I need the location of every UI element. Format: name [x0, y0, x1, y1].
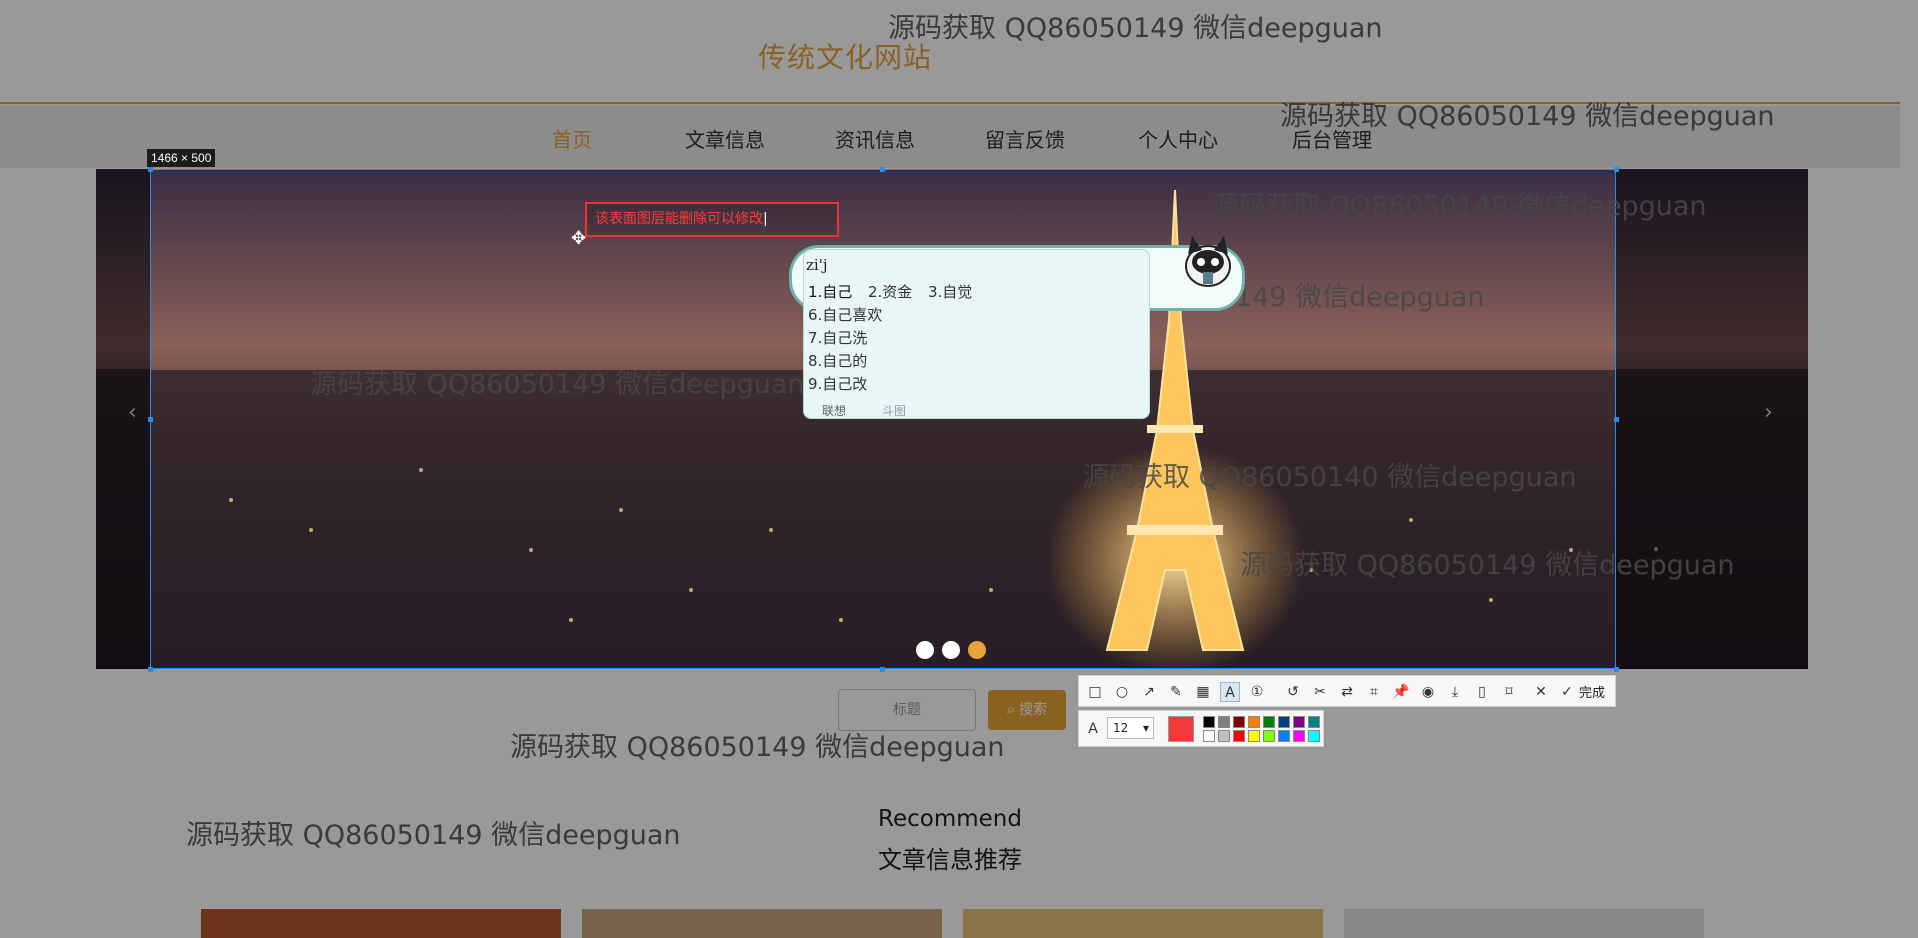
bookmark-icon[interactable]: ⌑ [1499, 682, 1519, 702]
capture-selection[interactable] [150, 169, 1616, 669]
ime-candidate[interactable]: 3.自觉 [928, 281, 972, 302]
color-swatch[interactable] [1233, 716, 1245, 728]
watermark: 源码获取 QQ86050149 微信deepguan [510, 732, 1005, 763]
undo-icon[interactable]: ↺ [1283, 682, 1303, 702]
selection-handle[interactable] [148, 167, 153, 172]
search-icon: ⌕ [1006, 702, 1020, 718]
chevron-down-icon: ▾ [1142, 721, 1149, 735]
ime-mascot-icon [1185, 236, 1231, 287]
ime-tab-sticker[interactable]: 斗图 [882, 402, 906, 419]
text-icon[interactable]: A [1220, 682, 1240, 702]
done-check-icon[interactable]: ✓ [1557, 682, 1577, 702]
search-button[interactable]: ⌕ 搜索 [988, 690, 1066, 730]
annotation-style-toolbar: A 12 ▾ [1078, 710, 1324, 747]
current-color-swatch[interactable] [1168, 716, 1194, 742]
ime-candidate[interactable]: 8.自己的 [808, 350, 867, 371]
text-annotation-box[interactable]: 该表面图层能删除可以修改| [585, 202, 839, 237]
watermark: 源码获取 QQ86050149 微信deepguan [1240, 550, 1735, 581]
color-swatch[interactable] [1278, 730, 1290, 742]
text-annotation-content: 该表面图层能删除可以修改 [595, 211, 763, 227]
mosaic-icon[interactable]: ▦ [1193, 682, 1213, 702]
nav-item-home[interactable]: 首页 [552, 124, 592, 153]
color-swatch[interactable] [1293, 716, 1305, 728]
color-swatch[interactable] [1248, 730, 1260, 742]
color-swatch[interactable] [1233, 730, 1245, 742]
pin-icon[interactable]: 📌 [1391, 682, 1411, 702]
save-phone-icon[interactable]: ▯ [1472, 682, 1492, 702]
carousel-next-icon[interactable]: › [1764, 400, 1773, 425]
color-swatch[interactable] [1203, 716, 1215, 728]
watermark: 源码获取 QQ86050149 微信deepguan [1280, 101, 1775, 132]
color-swatch[interactable] [1308, 716, 1320, 728]
recommend-title: Recommend [878, 806, 1022, 832]
carousel-dot-active[interactable] [968, 641, 986, 659]
ime-candidate[interactable]: 6.自己喜欢 [808, 304, 882, 325]
font-size-value: 12 [1113, 721, 1129, 735]
ime-candidate[interactable]: 7.自己洗 [808, 327, 867, 348]
carousel-dot[interactable] [916, 641, 934, 659]
selection-size-label: 1466 × 500 [147, 149, 216, 167]
article-thumb[interactable] [963, 909, 1323, 938]
search-button-label: 搜索 [1019, 702, 1048, 718]
pen-icon[interactable]: ✎ [1166, 682, 1186, 702]
color-swatch[interactable] [1263, 730, 1275, 742]
number-icon[interactable]: ① [1247, 682, 1267, 702]
ime-pinyin: zi'j [806, 256, 828, 274]
article-thumb[interactable] [201, 909, 561, 938]
move-cursor-icon: ✥ [571, 228, 587, 249]
done-button[interactable]: 完成 [1579, 682, 1605, 701]
translate-icon[interactable]: ⇄ [1337, 682, 1357, 702]
rect-icon[interactable]: □ [1085, 682, 1105, 702]
cut-icon[interactable]: ✂ [1310, 682, 1330, 702]
color-swatch[interactable] [1218, 716, 1230, 728]
nav-item-articles[interactable]: 文章信息 [685, 124, 765, 153]
selection-handle[interactable] [1614, 417, 1619, 422]
nav-item-news[interactable]: 资讯信息 [835, 124, 915, 153]
carousel-prev-icon[interactable]: ‹ [128, 400, 137, 425]
carousel-dot[interactable] [942, 641, 960, 659]
recommend-subtitle: 文章信息推荐 [878, 846, 1022, 874]
record-icon[interactable]: ◉ [1418, 682, 1438, 702]
selection-handle[interactable] [1614, 667, 1619, 672]
color-swatch[interactable] [1293, 730, 1305, 742]
arrow-icon[interactable]: ↗ [1139, 682, 1159, 702]
selection-handle[interactable] [880, 667, 885, 672]
article-thumb[interactable] [1344, 909, 1704, 938]
nav-item-profile[interactable]: 个人中心 [1138, 124, 1218, 153]
ime-candidate[interactable]: 1.自己 [808, 281, 852, 302]
ime-candidate[interactable]: 9.自己改 [808, 373, 867, 394]
ime-candidate[interactable]: 2.资金 [868, 281, 912, 302]
ime-tab-association[interactable]: 联想 [822, 402, 846, 419]
ocr-icon[interactable]: ⌗ [1364, 682, 1384, 702]
font-size-select[interactable]: 12 ▾ [1107, 717, 1154, 739]
selection-handle[interactable] [148, 417, 153, 422]
selection-handle[interactable] [1614, 167, 1619, 172]
color-swatch[interactable] [1263, 716, 1275, 728]
save-icon[interactable]: ⤓ [1445, 682, 1465, 702]
color-swatch[interactable] [1218, 730, 1230, 742]
ellipse-icon[interactable]: ○ [1112, 682, 1132, 702]
color-swatch[interactable] [1278, 716, 1290, 728]
watermark: 源码获取 QQ86050149 微信deepguan [888, 13, 1383, 44]
watermark: 源码获取 QQ86050149 微信deepguan [186, 820, 681, 851]
selection-handle[interactable] [148, 667, 153, 672]
watermark: 源码获取 QQ86050149 微信deepguan [310, 369, 805, 400]
color-swatch[interactable] [1248, 716, 1260, 728]
font-icon: A [1088, 721, 1098, 737]
selection-handle[interactable] [880, 167, 885, 172]
color-swatch[interactable] [1203, 730, 1215, 742]
watermark: 源码获取 QQ86050140 微信deepguan [1082, 462, 1577, 493]
annotation-toolbar: □ ○ ↗ ✎ ▦ A ① ↺ ✂ ⇄ ⌗ 📌 ◉ ⤓ ▯ ⌑ ✕ ✓ 完成 [1078, 675, 1616, 707]
color-swatch[interactable] [1308, 730, 1320, 742]
article-thumb[interactable] [582, 909, 942, 938]
nav-item-feedback[interactable]: 留言反馈 [985, 124, 1065, 153]
close-icon[interactable]: ✕ [1531, 682, 1551, 702]
watermark: 源码获取 QQ86050149 微信deepguan [1212, 191, 1707, 222]
